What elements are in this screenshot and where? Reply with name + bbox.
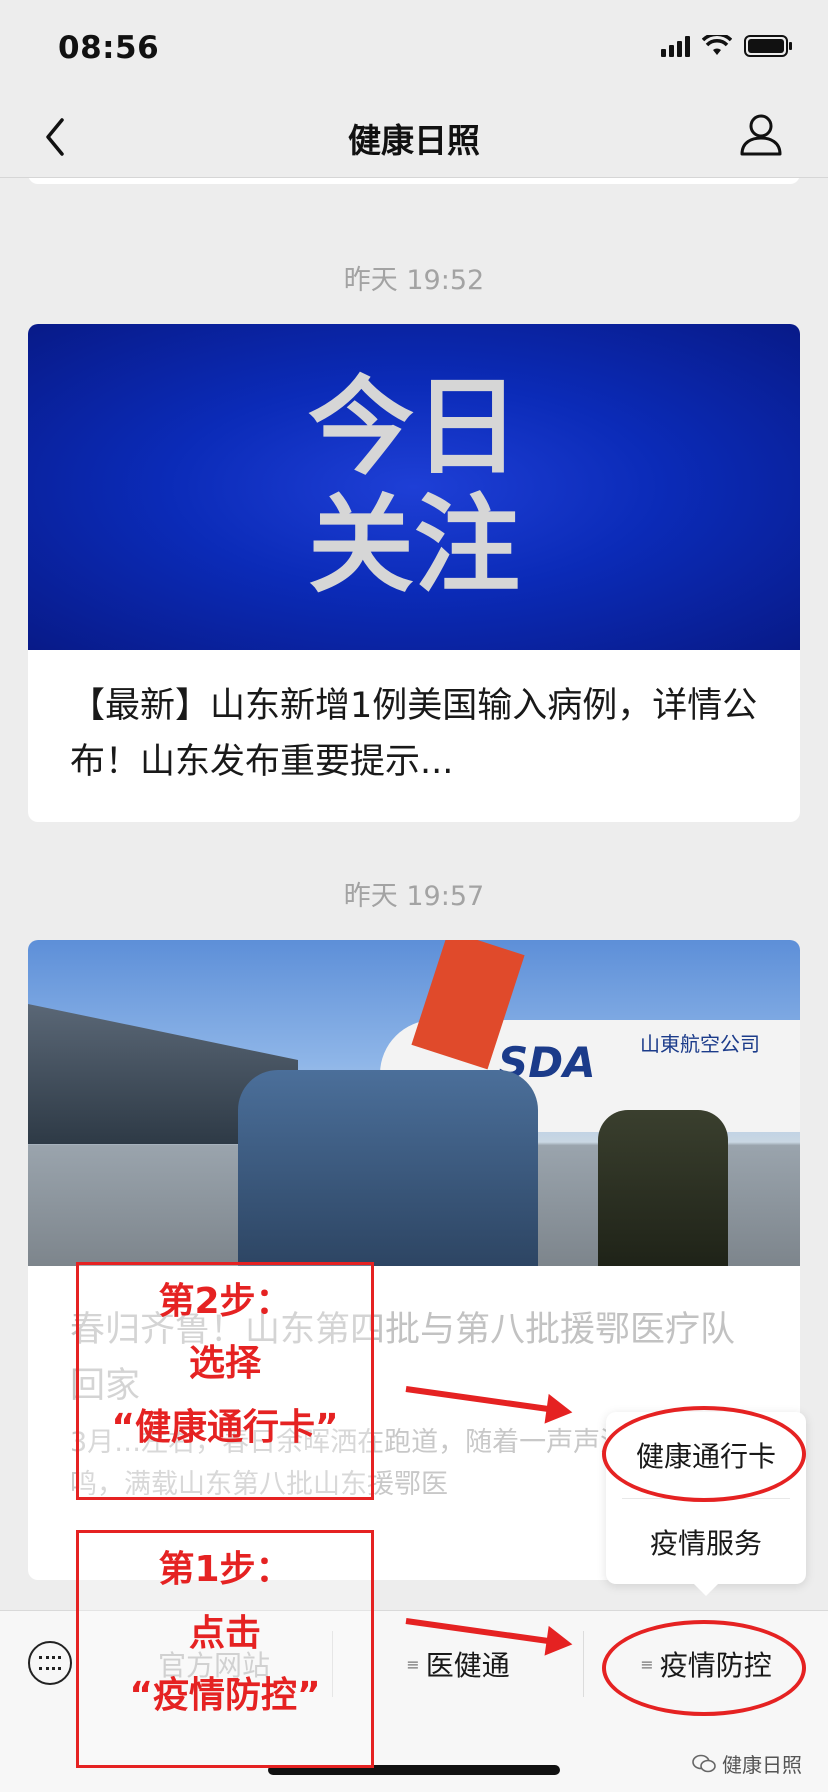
banner-text: 关注 xyxy=(308,484,520,607)
popup-pointer xyxy=(694,1584,718,1596)
status-bar: 08:56 xyxy=(0,0,828,96)
submenu-item-epidemic-service[interactable]: 疫情服务 xyxy=(606,1499,806,1585)
annotation-text: 选择 xyxy=(188,1343,261,1384)
battery-icon xyxy=(744,35,792,57)
wechat-icon xyxy=(692,1754,716,1772)
step2-annotation-box: 第2步： 选择 “健康通行卡” xyxy=(76,1262,374,1500)
annotation-text: 第2步： xyxy=(158,1281,292,1322)
status-icons xyxy=(661,34,794,58)
step1-annotation-box: 第1步： 点击 “疫情防控” xyxy=(76,1530,374,1768)
watermark-text: 健康日照 xyxy=(722,1753,802,1777)
nav-bar: 健康日照 xyxy=(0,96,828,178)
previous-article-card[interactable] xyxy=(28,178,800,184)
wifi-icon xyxy=(702,35,732,55)
article-card[interactable]: 今日 关注 【最新】山东新增1例美国输入病例，详情公布！山东发布重要提示... xyxy=(28,324,800,822)
annotation-text: 第1步： xyxy=(158,1549,292,1590)
epidemic-control-highlight xyxy=(602,1620,806,1716)
annotation-text: 点击 xyxy=(188,1613,261,1654)
status-time: 08:56 xyxy=(58,30,160,66)
annotation-text: “疫情防控” xyxy=(129,1675,321,1716)
profile-icon[interactable] xyxy=(738,110,784,160)
page-title: 健康日照 xyxy=(348,121,480,160)
article-cover-image: 今日 关注 xyxy=(28,324,800,650)
menu-item-label: 医健通 xyxy=(425,1649,510,1682)
medical-team-group xyxy=(238,1070,538,1266)
health-pass-highlight xyxy=(602,1406,806,1502)
menu-list-icon: ≡ xyxy=(406,1654,420,1674)
account-watermark: 健康日照 xyxy=(692,1749,802,1778)
keyboard-toggle-icon[interactable] xyxy=(28,1641,72,1685)
message-timestamp: 昨天 19:52 xyxy=(343,265,485,296)
article-cover-photo: SDA 山東航空公司 xyxy=(28,940,800,1266)
article-title: 【最新】山东新增1例美国输入病例，详情公布！山东发布重要提示... xyxy=(70,686,758,782)
message-timestamp: 昨天 19:57 xyxy=(343,881,485,912)
airline-name: 山東航空公司 xyxy=(640,1032,760,1056)
banner-text: 今日 xyxy=(308,366,520,489)
annotation-text: “健康通行卡” xyxy=(111,1407,339,1448)
cellular-signal-icon xyxy=(661,35,690,57)
honor-guard xyxy=(598,1110,728,1266)
